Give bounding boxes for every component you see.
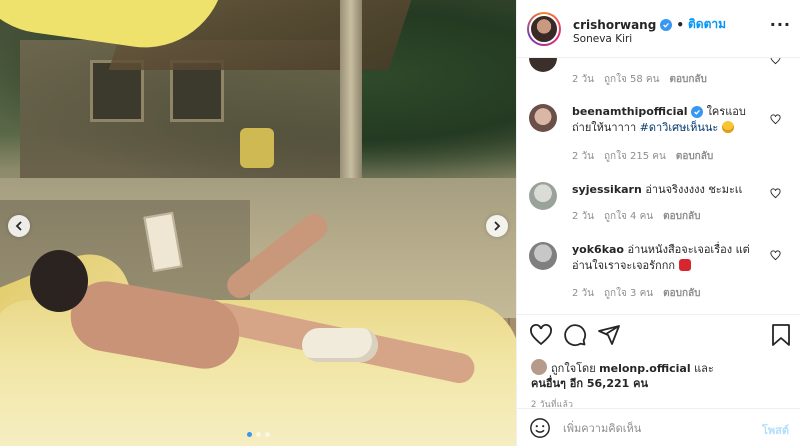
comment-text: beenamthipofficial ใครแอบถ่ายให้นาาาา #ด… <box>572 104 762 136</box>
photo-cushion <box>240 128 274 168</box>
comment-body: อ่านจริงงงงง ชะมะเเ <box>645 183 743 196</box>
post-photo[interactable] <box>0 0 516 446</box>
comment-text: syjessikarn อ่านจริงงงงง ชะมะเเ <box>572 182 762 198</box>
comment-input[interactable] <box>563 418 743 438</box>
separator-dot: • <box>676 17 684 32</box>
avatar[interactable] <box>529 182 557 210</box>
heart-icon[interactable] <box>770 188 781 199</box>
chevron-right-icon <box>494 221 501 231</box>
comment-age: 2 วัน <box>572 74 594 85</box>
photo-head <box>30 250 88 312</box>
post-location[interactable]: Soneva Kiri <box>573 33 632 45</box>
avatar <box>529 14 559 44</box>
avatar[interactable] <box>529 58 557 72</box>
like-icon[interactable] <box>529 323 553 347</box>
story-ring[interactable] <box>527 12 561 46</box>
carousel-dots <box>0 432 516 437</box>
likes-others[interactable]: คนอื่นๆ อีก 56,221 คน <box>531 377 648 390</box>
reply-button[interactable]: ตอบกลับ <box>663 209 700 224</box>
carousel-dot <box>246 432 252 437</box>
likes-summary: ถูกใจโดย melonp.official และ คนอื่นๆ อีก… <box>531 359 791 391</box>
post-actions: ถูกใจโดย melonp.official และ คนอื่นๆ อีก… <box>517 314 800 414</box>
photo-pillar <box>340 0 362 180</box>
post-header: crishorwang • ติดตาม Soneva Kiri ··· <box>517 0 800 58</box>
comment-likes[interactable]: ถูกใจ 215 คน <box>604 149 666 164</box>
comment-username[interactable]: syjessikarn <box>572 183 642 196</box>
reply-button[interactable]: ตอบกลับ <box>663 286 700 301</box>
bookmark-icon[interactable] <box>769 323 793 347</box>
carousel-dot <box>255 432 261 437</box>
hashtag-link[interactable]: #ดาวิเศษเห็นนะ <box>640 121 719 134</box>
heart-emoji-icon <box>678 259 691 271</box>
emoji-icon[interactable] <box>529 417 551 439</box>
carousel-dot <box>264 432 270 437</box>
avatar[interactable] <box>529 242 557 270</box>
heart-icon[interactable] <box>770 250 781 261</box>
likes-middle: และ <box>690 362 714 375</box>
comment-meta: 2 วัน ถูกใจ 4 คน ตอบกลับ <box>572 209 701 224</box>
verified-badge-icon <box>691 106 704 118</box>
comment-meta: 2 วัน ถูกใจ 58 คน ตอบกลับ <box>572 72 707 87</box>
more-options-icon[interactable]: ··· <box>770 17 791 33</box>
likes-prefix: ถูกใจโดย <box>551 362 600 375</box>
chevron-left-icon <box>15 221 22 231</box>
share-icon[interactable] <box>597 323 621 347</box>
comment-text: yok6kao อ่านหนังสือจะเจอเรื่อง แต่อ่านใจ… <box>572 242 762 274</box>
comment-likes[interactable]: ถูกใจ 4 คน <box>604 209 653 224</box>
comment-age: 2 วัน <box>572 211 594 222</box>
post-comment-button[interactable]: โพสต์ <box>762 421 789 439</box>
verified-badge-icon <box>660 18 673 31</box>
reply-button[interactable]: ตอบกลับ <box>676 149 713 164</box>
post-side-panel: crishorwang • ติดตาม Soneva Kiri ··· 2 ว… <box>516 0 800 446</box>
post-author: crishorwang • ติดตาม <box>573 15 726 34</box>
comment-icon[interactable] <box>563 323 587 347</box>
comment-age: 2 วัน <box>572 288 594 299</box>
reply-button[interactable]: ตอบกลับ <box>669 72 706 87</box>
heart-icon[interactable] <box>770 114 781 125</box>
comment-meta: 2 วัน ถูกใจ 3 คน ตอบกลับ <box>572 286 701 301</box>
comment-composer: โพสต์ <box>517 408 800 446</box>
likes-user[interactable]: melonp.official <box>599 362 690 375</box>
author-username[interactable]: crishorwang <box>573 18 656 32</box>
comment-username[interactable]: yok6kao <box>572 243 624 256</box>
comments-list[interactable]: 2 วัน ถูกใจ 58 คน ตอบกลับ beenamthipoffi… <box>517 58 800 314</box>
comment-likes[interactable]: ถูกใจ 3 คน <box>604 286 653 301</box>
comment-username[interactable]: beenamthipofficial <box>572 105 688 118</box>
comment-likes[interactable]: ถูกใจ 58 คน <box>604 72 659 87</box>
comment-meta: 2 วัน ถูกใจ 215 คน ตอบกลับ <box>572 149 713 164</box>
follow-button[interactable]: ติดตาม <box>688 15 726 34</box>
avatar <box>531 359 547 375</box>
avatar[interactable] <box>529 104 557 132</box>
previous-slide-button[interactable] <box>8 215 30 237</box>
next-slide-button[interactable] <box>486 215 508 237</box>
comment-age: 2 วัน <box>572 151 594 162</box>
grinning-sweat-emoji-icon <box>721 121 734 133</box>
heart-icon[interactable] <box>770 58 781 65</box>
photo-towel <box>302 328 378 362</box>
